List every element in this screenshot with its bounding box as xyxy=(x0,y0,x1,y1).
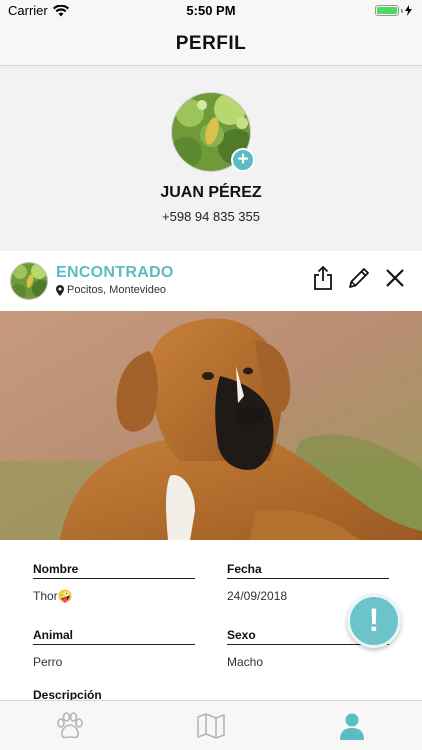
tab-map[interactable] xyxy=(141,701,282,750)
paw-icon xyxy=(57,711,84,738)
plus-icon: + xyxy=(237,149,249,170)
field-label-animal: Animal xyxy=(33,628,195,645)
status-time: 5:50 PM xyxy=(186,3,236,18)
add-photo-button[interactable]: + xyxy=(231,148,255,172)
dog-image xyxy=(0,311,422,540)
close-button[interactable] xyxy=(382,265,408,291)
tab-bar xyxy=(0,700,422,750)
report-status: ENCONTRADO xyxy=(56,264,174,281)
alert-button[interactable]: ! xyxy=(347,594,401,648)
profile-name: JUAN PÉREZ xyxy=(160,184,262,201)
pet-photo xyxy=(0,311,422,540)
profile-header: + JUAN PÉREZ +598 94 835 355 xyxy=(0,67,422,248)
status-bar: Carrier 5:50 PM xyxy=(0,0,422,22)
edit-button[interactable] xyxy=(346,265,372,291)
profile-phone: +598 94 835 355 xyxy=(162,209,260,224)
report-avatar xyxy=(10,262,48,300)
close-icon xyxy=(386,269,404,287)
field-label-fecha: Fecha xyxy=(227,562,389,579)
field-animal: Animal Perro xyxy=(33,628,195,669)
field-value-nombre: Thor🤪 xyxy=(33,589,73,603)
share-icon xyxy=(314,265,332,290)
map-pin-icon xyxy=(56,284,64,296)
profile-avatar-wrap[interactable]: + xyxy=(171,92,255,172)
field-label-nombre: Nombre xyxy=(33,562,195,579)
nav-bar: PERFIL xyxy=(0,22,422,66)
share-button[interactable] xyxy=(310,265,336,291)
report-actions xyxy=(310,265,408,291)
field-value-sexo: Macho xyxy=(227,655,264,669)
map-icon xyxy=(197,712,225,739)
field-nombre: Nombre Thor🤪 xyxy=(33,562,195,603)
page-title: PERFIL xyxy=(175,33,247,54)
charging-bolt-icon xyxy=(405,5,412,16)
location-text: Pocitos, Montevideo xyxy=(67,284,167,296)
field-value-animal: Perro xyxy=(33,655,63,669)
report-avatar-image xyxy=(11,263,47,299)
battery-icon xyxy=(375,5,412,16)
person-icon xyxy=(339,713,364,740)
pencil-icon xyxy=(349,268,369,288)
tab-profile[interactable] xyxy=(281,701,422,750)
report-location: Pocitos, Montevideo xyxy=(56,284,166,296)
tab-pets[interactable] xyxy=(0,701,141,750)
